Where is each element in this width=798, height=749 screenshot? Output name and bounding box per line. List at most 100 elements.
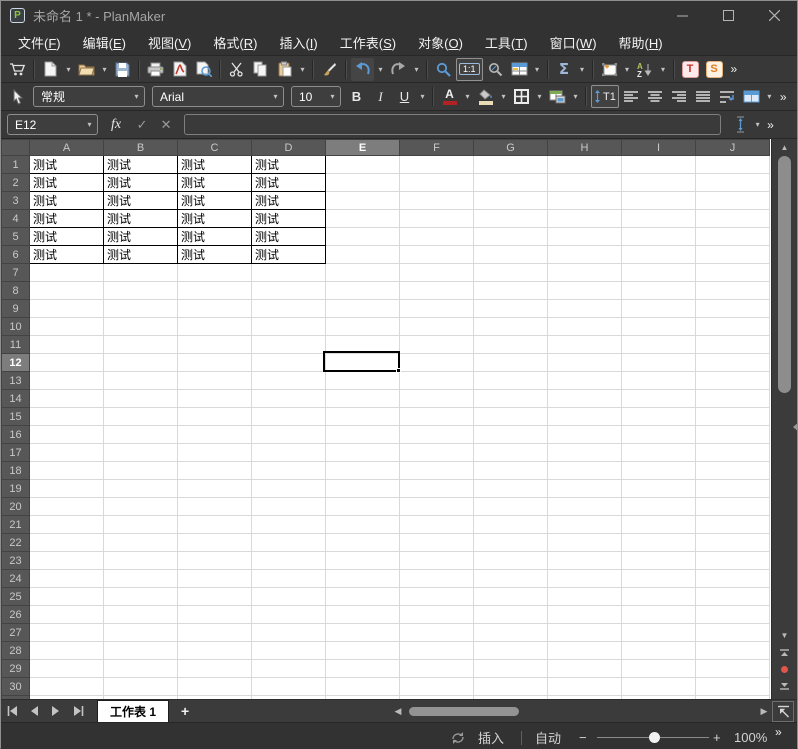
- cell[interactable]: [696, 642, 770, 660]
- cell[interactable]: [400, 606, 474, 624]
- underline-button[interactable]: U: [393, 85, 416, 108]
- scroll-left-button[interactable]: ◀: [391, 706, 405, 717]
- cell[interactable]: [178, 534, 252, 552]
- cell[interactable]: [622, 300, 696, 318]
- cell-style-combo[interactable]: 常规▾: [33, 86, 145, 107]
- cell[interactable]: [104, 588, 178, 606]
- cell[interactable]: [622, 390, 696, 408]
- cell[interactable]: [326, 318, 400, 336]
- cell[interactable]: [30, 336, 104, 354]
- cell[interactable]: [326, 516, 400, 534]
- cell[interactable]: [104, 354, 178, 372]
- save-button[interactable]: [111, 58, 134, 81]
- cell[interactable]: [104, 516, 178, 534]
- cell[interactable]: [548, 642, 622, 660]
- cell-format-button[interactable]: [546, 85, 569, 108]
- cell[interactable]: [400, 534, 474, 552]
- print-preview-button[interactable]: [192, 58, 215, 81]
- cell[interactable]: 测试: [252, 210, 326, 228]
- cell[interactable]: [326, 480, 400, 498]
- sort-button[interactable]: AZ: [634, 58, 657, 81]
- cell[interactable]: [252, 678, 326, 696]
- cell[interactable]: [474, 642, 548, 660]
- cell[interactable]: [548, 282, 622, 300]
- new-document-dropdown[interactable]: ▾: [63, 58, 74, 81]
- cell[interactable]: [696, 480, 770, 498]
- cell[interactable]: [400, 498, 474, 516]
- cell[interactable]: [30, 462, 104, 480]
- cell[interactable]: [548, 426, 622, 444]
- cell[interactable]: [252, 642, 326, 660]
- merge-cells-button[interactable]: [740, 85, 763, 108]
- cell[interactable]: [104, 660, 178, 678]
- cell[interactable]: [696, 336, 770, 354]
- cell[interactable]: [474, 588, 548, 606]
- cell[interactable]: [474, 426, 548, 444]
- cell[interactable]: [474, 480, 548, 498]
- cell[interactable]: [696, 318, 770, 336]
- cell[interactable]: [696, 624, 770, 642]
- cell[interactable]: [622, 570, 696, 588]
- cell[interactable]: [252, 426, 326, 444]
- cell[interactable]: [548, 336, 622, 354]
- cell[interactable]: [326, 354, 400, 372]
- cell[interactable]: [548, 678, 622, 696]
- cell[interactable]: [30, 660, 104, 678]
- paste-dropdown[interactable]: ▾: [297, 58, 308, 81]
- cell[interactable]: [622, 210, 696, 228]
- undo-dropdown[interactable]: ▾: [375, 58, 386, 81]
- cell[interactable]: [326, 462, 400, 480]
- cell[interactable]: [30, 570, 104, 588]
- cell[interactable]: [696, 372, 770, 390]
- zoom-level-value[interactable]: 100%: [734, 723, 767, 749]
- cell[interactable]: [326, 336, 400, 354]
- cell[interactable]: [548, 228, 622, 246]
- cell[interactable]: [474, 174, 548, 192]
- horizontal-scrollbar[interactable]: ◀ ▶: [391, 700, 771, 723]
- insert-mode-indicator[interactable]: 插入: [478, 723, 504, 749]
- column-header-H[interactable]: H: [548, 140, 622, 156]
- cell[interactable]: [252, 336, 326, 354]
- cell[interactable]: [252, 588, 326, 606]
- cell-reference-box[interactable]: E12▾: [7, 114, 98, 135]
- maximize-button[interactable]: [705, 1, 751, 30]
- cell[interactable]: 测试: [104, 156, 178, 174]
- scroll-up-button[interactable]: ▲: [776, 139, 793, 155]
- column-header-E[interactable]: E: [326, 140, 400, 156]
- cell[interactable]: [178, 516, 252, 534]
- cell[interactable]: [474, 498, 548, 516]
- cell[interactable]: [400, 678, 474, 696]
- align-right-button[interactable]: [668, 85, 691, 108]
- cell[interactable]: [326, 246, 400, 264]
- add-sheet-button[interactable]: +: [169, 703, 201, 719]
- cell[interactable]: [400, 174, 474, 192]
- last-sheet-button[interactable]: [67, 700, 89, 723]
- cell[interactable]: [30, 552, 104, 570]
- row-header-11[interactable]: 11: [2, 336, 30, 354]
- cell[interactable]: [474, 156, 548, 174]
- cell[interactable]: [252, 498, 326, 516]
- cell[interactable]: [548, 606, 622, 624]
- row-header-2[interactable]: 2: [2, 174, 30, 192]
- cell[interactable]: [326, 282, 400, 300]
- undo-button[interactable]: [351, 58, 374, 81]
- insert-object-dropdown[interactable]: ▾: [622, 58, 633, 81]
- cell[interactable]: [474, 408, 548, 426]
- cell[interactable]: [696, 390, 770, 408]
- cell[interactable]: [474, 516, 548, 534]
- grid-scroll[interactable]: ABCDEFGHIJ1测试测试测试测试2测试测试测试测试3测试测试测试测试4测试…: [1, 139, 771, 699]
- cell[interactable]: 测试: [252, 156, 326, 174]
- cell[interactable]: [622, 606, 696, 624]
- cell[interactable]: [252, 534, 326, 552]
- cell[interactable]: [474, 336, 548, 354]
- cell[interactable]: [326, 606, 400, 624]
- cell[interactable]: [104, 426, 178, 444]
- cell[interactable]: [696, 282, 770, 300]
- redo-button[interactable]: [387, 58, 410, 81]
- cell[interactable]: [548, 264, 622, 282]
- cell[interactable]: 测试: [104, 210, 178, 228]
- export-pdf-button[interactable]: [168, 58, 191, 81]
- cell[interactable]: [400, 462, 474, 480]
- cell[interactable]: [326, 156, 400, 174]
- cell[interactable]: [104, 282, 178, 300]
